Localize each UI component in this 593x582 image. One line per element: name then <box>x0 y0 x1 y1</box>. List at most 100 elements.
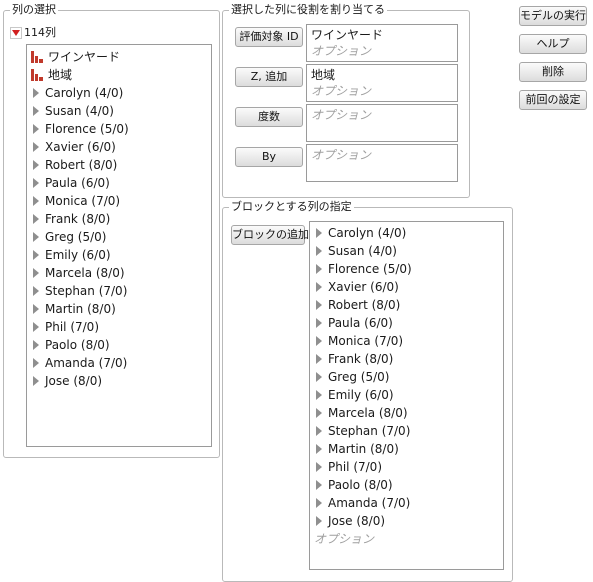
block-list-item[interactable]: Robert (8/0) <box>310 296 503 314</box>
column-list-item[interactable]: Amanda (7/0) <box>27 354 211 372</box>
expand-triangle-icon[interactable] <box>316 228 322 238</box>
block-list-item[interactable]: Stephan (7/0) <box>310 422 503 440</box>
expand-triangle-icon[interactable] <box>316 264 322 274</box>
expand-triangle-icon[interactable] <box>316 498 322 508</box>
expand-triangle-icon[interactable] <box>33 250 39 260</box>
expand-triangle-icon[interactable] <box>33 106 39 116</box>
column-list-item[interactable]: Jose (8/0) <box>27 372 211 390</box>
column-list-item[interactable]: Frank (8/0) <box>27 210 211 228</box>
expand-triangle-icon[interactable] <box>316 462 322 472</box>
column-list-item[interactable]: Stephan (7/0) <box>27 282 211 300</box>
z-role-value: 地域 <box>311 68 336 82</box>
column-count-row[interactable]: 114列 <box>10 25 56 41</box>
column-list-item[interactable]: ワインヤード <box>27 48 211 66</box>
column-list-item[interactable]: Monica (7/0) <box>27 192 211 210</box>
expand-triangle-icon[interactable] <box>316 318 322 328</box>
block-list-item[interactable]: Amanda (7/0) <box>310 494 503 512</box>
expand-triangle-icon[interactable] <box>33 124 39 134</box>
block-list-item[interactable]: Xavier (6/0) <box>310 278 503 296</box>
red-triangle-menu-icon[interactable] <box>10 27 22 39</box>
column-label: Jose (8/0) <box>45 374 103 388</box>
column-list-item[interactable]: Paolo (8/0) <box>27 336 211 354</box>
block-list-item[interactable]: Paula (6/0) <box>310 314 503 332</box>
column-count: 114列 <box>24 26 56 39</box>
id-role-field[interactable]: ワインヤード オプション <box>306 24 458 62</box>
expand-triangle-icon[interactable] <box>33 160 39 170</box>
freq-role-button[interactable]: 度数 <box>235 107 303 127</box>
remove-button[interactable]: 削除 <box>519 62 587 82</box>
expand-triangle-icon[interactable] <box>33 196 39 206</box>
block-column-label: Phil (7/0) <box>328 460 382 474</box>
help-button[interactable]: ヘルプ <box>519 34 587 54</box>
expand-triangle-icon[interactable] <box>316 390 322 400</box>
block-list-item[interactable]: Phil (7/0) <box>310 458 503 476</box>
recall-button[interactable]: 前回の設定 <box>519 90 587 110</box>
column-list-item[interactable]: Carolyn (4/0) <box>27 84 211 102</box>
column-list-item[interactable]: Greg (5/0) <box>27 228 211 246</box>
block-list-item[interactable]: Florence (5/0) <box>310 260 503 278</box>
run-model-button[interactable]: モデルの実行 <box>519 6 587 26</box>
id-role-placeholder: オプション <box>311 44 372 58</box>
block-list-item[interactable]: Frank (8/0) <box>310 350 503 368</box>
column-label: Amanda (7/0) <box>45 356 128 370</box>
expand-triangle-icon[interactable] <box>316 444 322 454</box>
block-list-item[interactable]: Carolyn (4/0) <box>310 224 503 242</box>
block-column-label: Monica (7/0) <box>328 334 404 348</box>
expand-triangle-icon[interactable] <box>316 426 322 436</box>
block-list-item[interactable]: Greg (5/0) <box>310 368 503 386</box>
column-list-item[interactable]: Paula (6/0) <box>27 174 211 192</box>
expand-triangle-icon[interactable] <box>33 340 39 350</box>
block-list-item[interactable]: Monica (7/0) <box>310 332 503 350</box>
expand-triangle-icon[interactable] <box>33 178 39 188</box>
column-list-item[interactable]: Phil (7/0) <box>27 318 211 336</box>
freq-role-field[interactable]: オプション <box>306 104 458 142</box>
block-list-item[interactable]: Marcela (8/0) <box>310 404 503 422</box>
column-list-item[interactable]: Robert (8/0) <box>27 156 211 174</box>
block-list-item[interactable]: Jose (8/0) <box>310 512 503 530</box>
column-label: Martin (8/0) <box>45 302 116 316</box>
column-label: Xavier (6/0) <box>45 140 116 154</box>
block-list-item[interactable]: Paolo (8/0) <box>310 476 503 494</box>
column-list-item[interactable]: 地域 <box>27 66 211 84</box>
column-label: Greg (5/0) <box>45 230 107 244</box>
column-list[interactable]: ワインヤード 地域 Carolyn (4/0) Susan (4/0) Florence… <box>26 44 212 447</box>
expand-triangle-icon[interactable] <box>33 214 39 224</box>
block-list-item[interactable]: Susan (4/0) <box>310 242 503 260</box>
expand-triangle-icon[interactable] <box>33 304 39 314</box>
block-list-item[interactable]: Emily (6/0) <box>310 386 503 404</box>
add-block-button[interactable]: ブロックの追加 <box>231 225 309 245</box>
block-column-label: Frank (8/0) <box>328 352 394 366</box>
by-role-button[interactable]: By <box>235 147 303 167</box>
expand-triangle-icon[interactable] <box>316 408 322 418</box>
column-list-item[interactable]: Emily (6/0) <box>27 246 211 264</box>
expand-triangle-icon[interactable] <box>316 516 322 526</box>
block-list-item[interactable]: Martin (8/0) <box>310 440 503 458</box>
column-list-item[interactable]: Florence (5/0) <box>27 120 211 138</box>
expand-triangle-icon[interactable] <box>33 322 39 332</box>
column-list-item[interactable]: Martin (8/0) <box>27 300 211 318</box>
by-role-field[interactable]: オプション <box>306 144 458 182</box>
column-list-item[interactable]: Susan (4/0) <box>27 102 211 120</box>
z-role-placeholder: オプション <box>311 84 372 98</box>
expand-triangle-icon[interactable] <box>33 268 39 278</box>
column-list-item[interactable]: Marcela (8/0) <box>27 264 211 282</box>
expand-triangle-icon[interactable] <box>33 88 39 98</box>
expand-triangle-icon[interactable] <box>316 354 322 364</box>
expand-triangle-icon[interactable] <box>33 232 39 242</box>
z-role-field[interactable]: 地域 オプション <box>306 64 458 102</box>
expand-triangle-icon[interactable] <box>316 336 322 346</box>
z-add-button[interactable]: Z, 追加 <box>235 67 303 87</box>
expand-triangle-icon[interactable] <box>33 286 39 296</box>
expand-triangle-icon[interactable] <box>316 246 322 256</box>
expand-triangle-icon[interactable] <box>316 372 322 382</box>
id-role-button[interactable]: 評価対象 ID <box>235 27 303 47</box>
expand-triangle-icon[interactable] <box>33 358 39 368</box>
expand-triangle-icon[interactable] <box>316 300 322 310</box>
expand-triangle-icon[interactable] <box>316 480 322 490</box>
expand-triangle-icon[interactable] <box>33 142 39 152</box>
expand-triangle-icon[interactable] <box>33 376 39 386</box>
select-columns-title: 列の選択 <box>10 3 58 17</box>
block-column-list[interactable]: Carolyn (4/0) Susan (4/0) Florence (5/0) Xa… <box>309 221 504 570</box>
column-list-item[interactable]: Xavier (6/0) <box>27 138 211 156</box>
expand-triangle-icon[interactable] <box>316 282 322 292</box>
